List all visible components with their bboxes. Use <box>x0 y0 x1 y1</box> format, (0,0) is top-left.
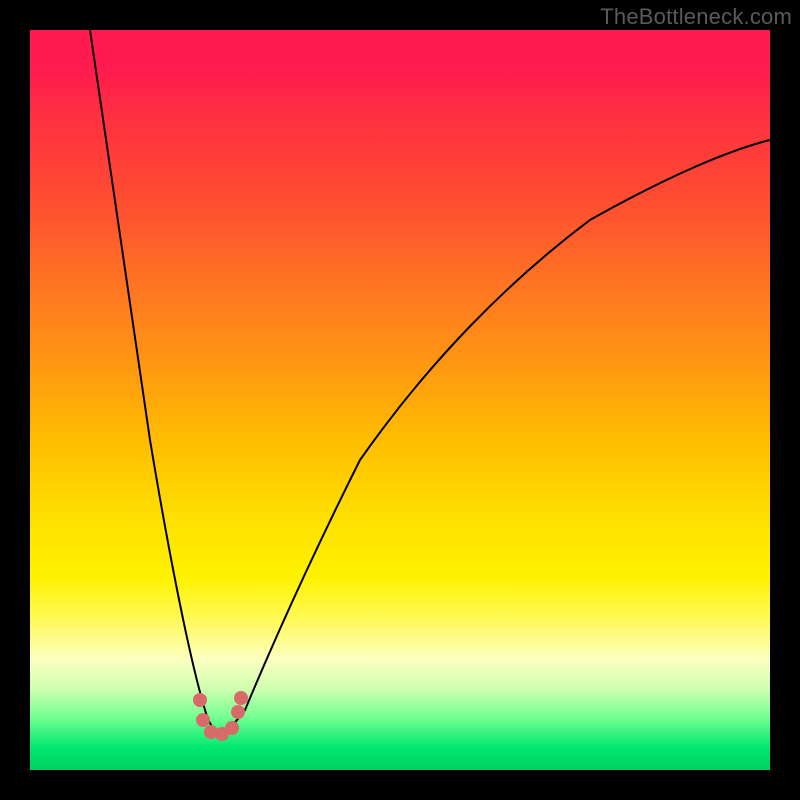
curve-right-branch <box>220 140 770 735</box>
bottleneck-markers <box>193 691 248 741</box>
marker-dot <box>196 713 210 727</box>
marker-dot <box>231 705 245 719</box>
marker-dot <box>234 691 248 705</box>
marker-dot <box>225 721 239 735</box>
watermark-text: TheBottleneck.com <box>600 4 792 30</box>
curve-left-branch <box>90 30 220 735</box>
chart-plot-area <box>30 30 770 770</box>
bottleneck-curve-svg <box>30 30 770 770</box>
marker-dot <box>193 693 207 707</box>
